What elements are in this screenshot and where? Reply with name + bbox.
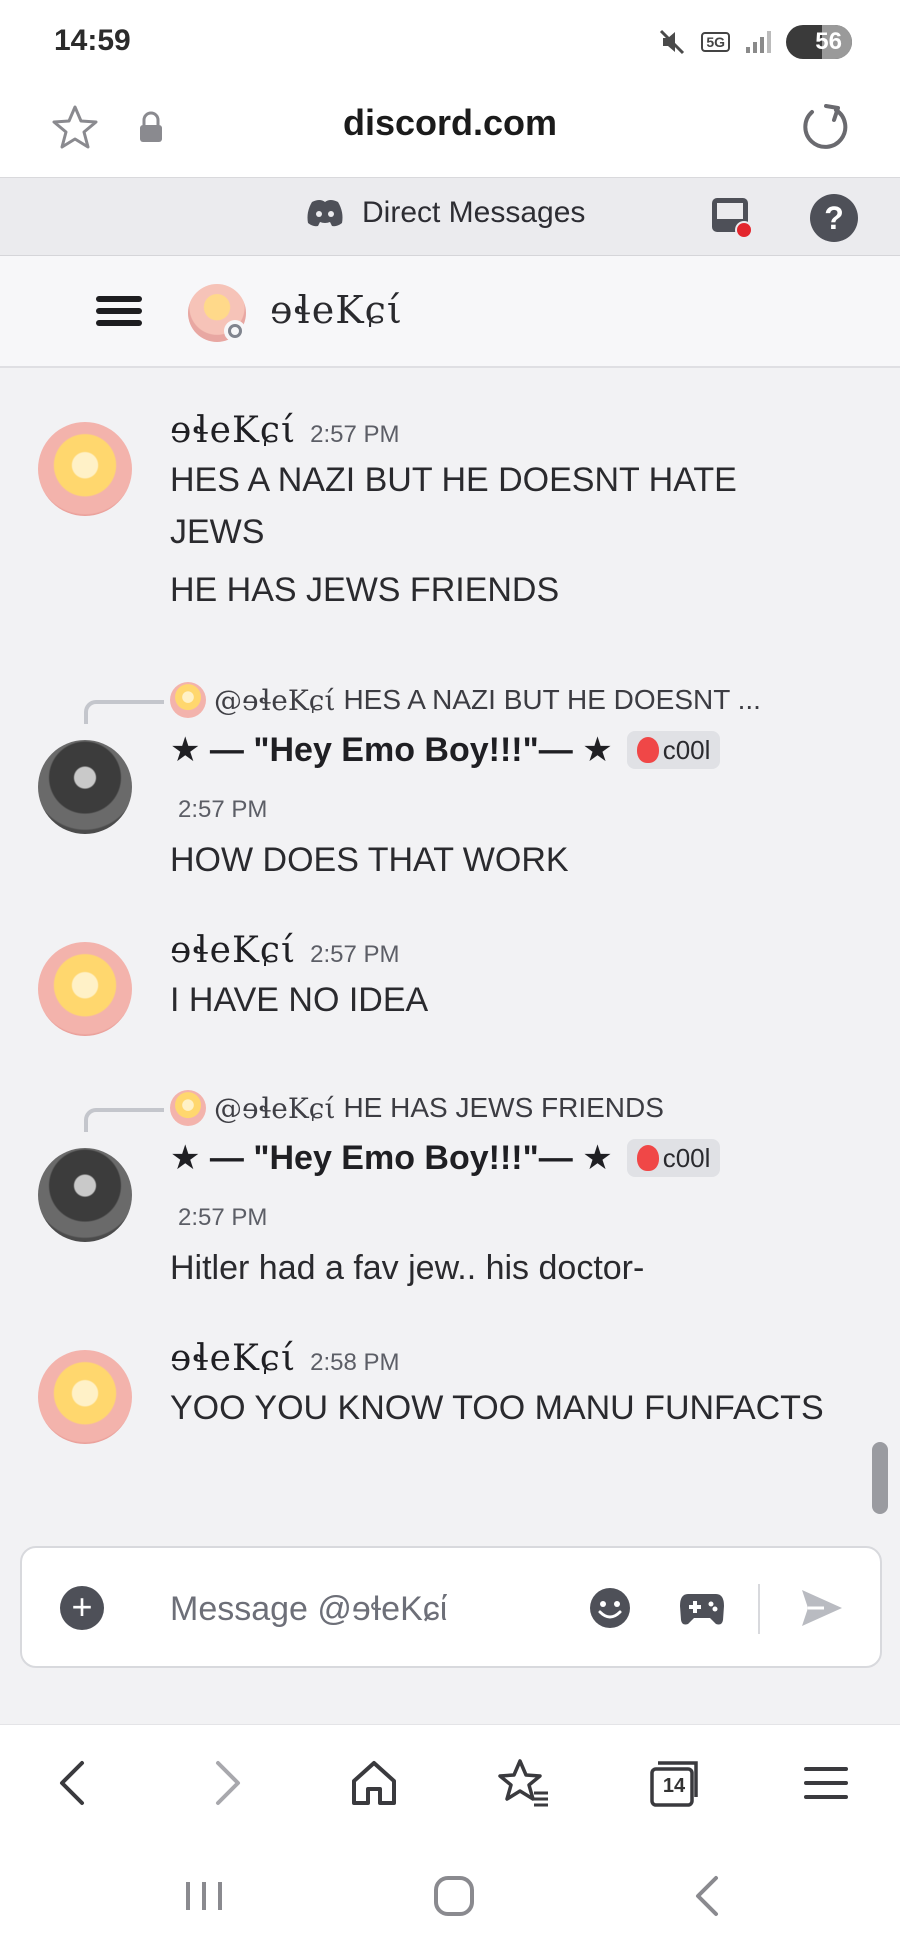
reply-preview[interactable]: @ɘɬeKɕί HES A NAZI BUT HE DOESNT ...	[170, 682, 761, 718]
avatar[interactable]	[38, 740, 132, 834]
reply-avatar	[170, 682, 206, 718]
add-attachment-button[interactable]: +	[60, 1586, 104, 1630]
url-text[interactable]: discord.com	[0, 102, 900, 144]
reply-connector	[84, 700, 164, 724]
reply-mention: @ɘɬeKɕί	[214, 683, 336, 717]
message-list[interactable]: ɘɬeKɕί 2:57 PM HES A NAZI BUT HE DOESNT H…	[0, 370, 900, 1542]
reply-connector	[84, 1108, 164, 1132]
browser-menu-icon[interactable]	[798, 1755, 854, 1811]
role-tag: c00l	[626, 731, 721, 769]
message-author[interactable]: ɘɬeKɕί 2:57 PM	[170, 930, 400, 971]
message-author[interactable]: ɘɬeKɕί 2:58 PM	[170, 1338, 400, 1379]
mute-icon	[660, 29, 685, 55]
bookmarks-icon[interactable]	[496, 1755, 552, 1811]
dm-title-wrap: Direct Messages	[306, 196, 585, 230]
back-icon[interactable]	[46, 1755, 102, 1811]
channel-header: ɘɬeKɕί	[0, 256, 900, 368]
browser-toolbar: 14	[0, 1724, 900, 1840]
status-bar: 14:59 5G 56	[0, 0, 900, 80]
flame-icon	[636, 737, 659, 763]
avatar[interactable]	[38, 1148, 132, 1242]
menu-icon[interactable]	[96, 296, 142, 332]
avatar[interactable]	[38, 1350, 132, 1444]
signal-icon	[746, 31, 771, 53]
battery-icon: 56	[786, 25, 852, 59]
reload-icon[interactable]	[796, 100, 850, 154]
avatar[interactable]	[38, 422, 132, 516]
browser-url-bar: discord.com	[0, 80, 900, 178]
message-time: 2:57 PM	[310, 421, 400, 448]
reply-avatar	[170, 1090, 206, 1126]
channel-name[interactable]: ɘɬeKɕί	[270, 288, 403, 332]
message-time: 2:58 PM	[310, 1349, 400, 1376]
reply-mention: @ɘɬeKɕί	[214, 1091, 336, 1125]
status-time: 14:59	[54, 24, 131, 57]
reply-preview[interactable]: @ɘɬeKɕί HE HAS JEWS FRIENDS	[170, 1090, 664, 1126]
flame-icon	[636, 1145, 659, 1171]
android-nav-bar	[0, 1840, 900, 1950]
message-time: 2:57 PM	[178, 1204, 268, 1231]
tabs-count: 14	[662, 1774, 686, 1797]
emoji-icon[interactable]	[588, 1586, 632, 1630]
reply-text: HE HAS JEWS FRIENDS	[343, 1092, 664, 1123]
home-nav-icon[interactable]	[426, 1868, 482, 1924]
reply-text: HES A NAZI BUT HE DOESNT ...	[343, 684, 761, 715]
status-icons: 5G 56	[657, 20, 852, 64]
back-nav-icon[interactable]	[680, 1868, 736, 1924]
message-text: YOO YOU KNOW TOO MANU FUNFACTS	[170, 1389, 824, 1427]
message-composer: +	[20, 1546, 882, 1668]
5g-icon: 5G	[701, 32, 730, 52]
composer-divider	[758, 1584, 760, 1634]
avatar[interactable]	[38, 942, 132, 1036]
message-author[interactable]: ɘɬeKɕί 2:57 PM	[170, 410, 400, 451]
message-author[interactable]: ★ — "Hey Emo Boy!!!"— ★ c00l	[170, 730, 721, 770]
discord-logo-icon	[307, 200, 343, 227]
message-time: 2:57 PM	[310, 941, 400, 968]
forward-icon[interactable]	[198, 1755, 254, 1811]
message-text: HES A NAZI BUT HE DOESNT HATE JEWS	[170, 461, 737, 551]
home-icon[interactable]	[346, 1755, 402, 1811]
scrollbar[interactable]	[872, 1442, 888, 1514]
dm-header: Direct Messages ?	[0, 178, 900, 256]
tabs-button[interactable]: 14	[646, 1755, 702, 1811]
gamepad-icon[interactable]	[678, 1586, 726, 1630]
message-text: I HAVE NO IDEA	[170, 981, 429, 1019]
help-icon[interactable]: ?	[810, 194, 858, 242]
recent-apps-icon[interactable]	[176, 1868, 232, 1924]
message-time: 2:57 PM	[178, 796, 268, 823]
send-icon[interactable]	[798, 1586, 844, 1630]
message-input[interactable]	[170, 1584, 550, 1634]
status-indicator-icon	[224, 320, 246, 342]
role-tag: c00l	[626, 1139, 721, 1177]
message-text: Hitler had a fav jew.. his doctor-	[170, 1249, 645, 1287]
message-author[interactable]: ★ — "Hey Emo Boy!!!"— ★ c00l	[170, 1138, 721, 1178]
message-text: HE HAS JEWS FRIENDS	[170, 571, 560, 609]
message-text: HOW DOES THAT WORK	[170, 841, 569, 879]
dm-title: Direct Messages	[362, 196, 586, 229]
inbox-icon[interactable]	[708, 194, 756, 242]
